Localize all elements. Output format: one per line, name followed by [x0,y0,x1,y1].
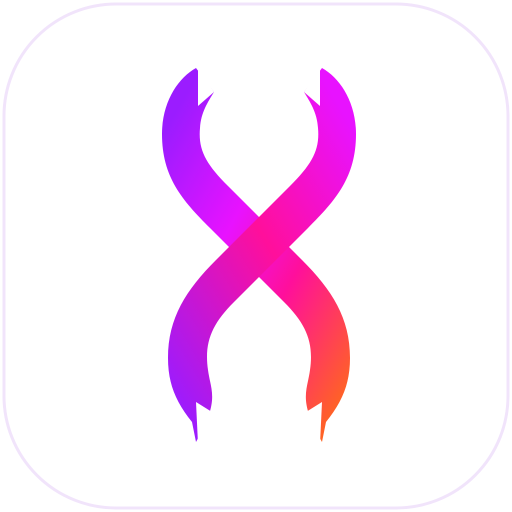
app-icon-canvas [0,0,512,512]
app-icon[interactable] [2,2,510,510]
